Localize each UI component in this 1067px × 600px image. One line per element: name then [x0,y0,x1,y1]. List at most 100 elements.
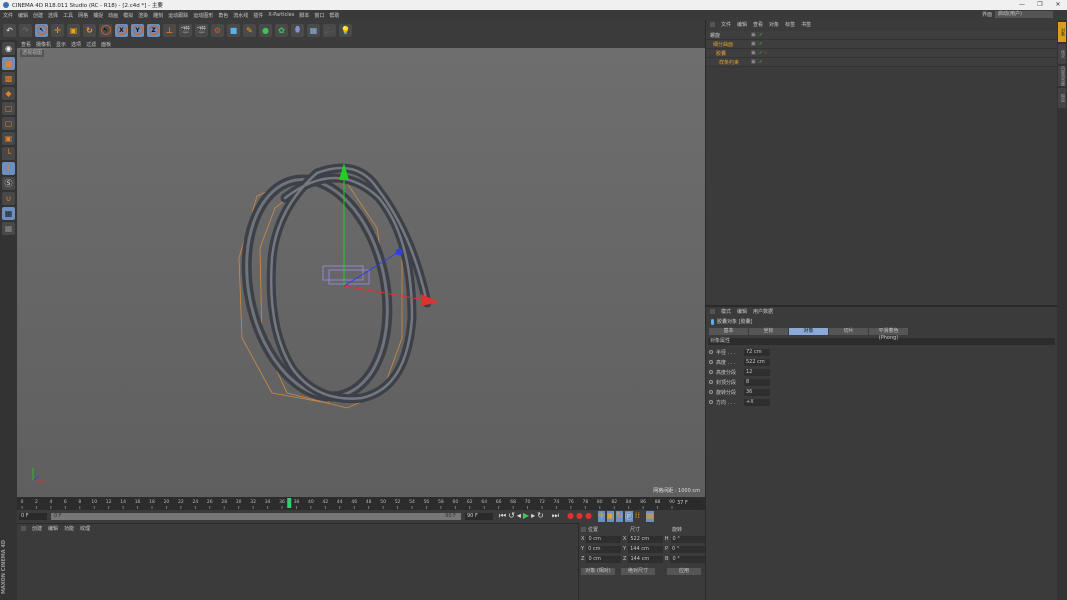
apply-button[interactable]: 应用 [667,567,701,575]
material-menu-item[interactable]: 编辑 [48,525,58,532]
timeline-layout-button[interactable]: ▤ [646,511,654,522]
coordinate-field[interactable]: 144 cm [628,545,664,553]
playhead[interactable] [287,498,292,508]
subdivision-button[interactable]: ● [259,23,272,37]
next-frame-button[interactable]: ▸ [531,511,535,522]
animate-dot-icon[interactable] [709,350,713,354]
scale-tool-button[interactable]: ▣ [67,23,80,37]
viewport-menu-item[interactable]: 摄像机 [36,41,51,48]
coordinate-system-button[interactable]: ⊥ [163,23,176,37]
menu-item[interactable]: 选择 [48,12,58,19]
key-scale-button[interactable]: ▣ [606,511,615,522]
object-menu-item[interactable]: 书签 [801,21,811,28]
keyframe-selection-button[interactable]: ● [585,511,592,522]
menu-item[interactable]: 插件 [253,12,263,19]
enabled-check-icon[interactable]: ✓ [759,59,763,65]
camera-button[interactable]: 🎥 [323,23,336,37]
coordinate-field[interactable]: 0 cm [586,545,622,553]
animate-dot-icon[interactable] [709,400,713,404]
enabled-check-icon[interactable]: ✓ [759,41,763,47]
object-menu-item[interactable]: 编辑 [737,21,747,28]
menu-item[interactable]: 雕刻 [153,12,163,19]
render-picture-viewer-button[interactable]: 🎬 [195,23,208,37]
coordinate-field[interactable]: 144 cm [628,555,663,563]
render-settings-button[interactable]: ⚙ [211,23,224,37]
autokey-button[interactable]: ● [576,511,583,522]
menu-item[interactable]: 编辑 [18,12,28,19]
rotate-tool-button[interactable]: ↻ [83,23,96,37]
property-value-field[interactable]: 12 [744,368,770,376]
menu-item[interactable]: 窗口 [314,12,324,19]
select-tool-button[interactable]: ↖ [35,23,48,37]
polygons-mode-button[interactable]: ▣ [2,132,15,145]
object-row[interactable]: 螺旋 ▣ ⁚ ✓ [706,31,1057,40]
property-value-field[interactable]: +X [744,398,770,406]
grid-lock-button[interactable]: ▦ [2,222,15,235]
pen-spline-button[interactable]: ✎ [243,23,256,37]
menu-item[interactable]: 运动图形 [193,12,213,19]
coordinate-field[interactable]: 0 ° [670,555,705,563]
x-axis-lock-button[interactable]: X [115,23,128,37]
snap-magnet-button[interactable]: ∪ [2,192,15,205]
workplane-button[interactable]: ◆ [2,87,15,100]
key-pla-button[interactable]: ⁞⁞ [635,511,640,522]
deformer-button[interactable]: ⬮ [291,23,304,37]
animate-dot-icon[interactable] [709,360,713,364]
maximize-button[interactable]: ❐ [1031,0,1049,10]
attribute-menu-item[interactable]: 模式 [721,308,731,315]
attribute-menu-item[interactable]: 编辑 [737,308,747,315]
object-row[interactable]: 细分曲面 ▣ ⁚ ✓ [706,40,1057,49]
light-button[interactable]: 💡 [339,23,352,37]
menu-item[interactable]: 网格 [78,12,88,19]
layout-dropdown[interactable]: 启动(用户) [995,11,1053,18]
menu-item[interactable]: 捕捉 [93,12,103,19]
property-value-field[interactable]: 8 [744,378,770,386]
points-mode-button[interactable]: ▢ [2,102,15,115]
current-frame-field[interactable]: 0 F [19,513,47,520]
object-menu-item[interactable]: 文件 [721,21,731,28]
key-position-button[interactable]: ✛ [597,511,605,522]
coordinate-field[interactable]: 0 cm [586,535,621,543]
viewport-menu-item[interactable]: 显示 [56,41,66,48]
visibility-toggle[interactable]: ▣ ⁚ [751,59,759,65]
tag-icon[interactable]: ⁘ [763,50,767,56]
close-button[interactable]: ✕ [1049,0,1067,10]
axis-mode-button[interactable]: └ [2,147,15,160]
viewport-menu-item[interactable]: 选项 [71,41,81,48]
coordinate-field[interactable]: 522 cm [628,535,663,543]
material-menu-item[interactable]: 创建 [32,525,42,532]
object-row[interactable]: 胶囊 ▣ ⁚ ✓ ⁘ [706,49,1057,58]
viewport-3d[interactable]: 透视视图 网格间距 : 1000 cm [17,48,705,497]
menu-item[interactable]: 模拟 [123,12,133,19]
attribute-menu-item[interactable]: 用户数据 [753,308,773,315]
menu-item[interactable]: 动画 [108,12,118,19]
record-button[interactable]: ● [567,511,574,522]
live-select-button[interactable]: ↖ [99,23,112,37]
next-key-button[interactable]: ↻ [537,511,544,522]
goto-start-button[interactable]: ⏮ [499,511,506,522]
menu-item[interactable]: 工具 [63,12,73,19]
y-axis-lock-button[interactable]: Y [131,23,144,37]
layout-selector[interactable]: 界面 启动(用户) [982,11,1053,18]
visibility-toggle[interactable]: ▣ ⁚ [751,50,759,56]
object-menu-item[interactable]: 查看 [753,21,763,28]
model-mode-button[interactable]: ■ [2,57,15,70]
end-frame-field[interactable]: 90 F [465,513,493,520]
coordinate-field[interactable]: 0 ° [670,545,705,553]
key-param-button[interactable]: Ⓟ [624,511,633,522]
viewport-menu-item[interactable]: 过滤 [86,41,96,48]
visibility-toggle[interactable]: ▣ ⁚ [751,32,759,38]
viewport-menu-item[interactable]: 查看 [21,41,31,48]
menu-item[interactable]: 运动跟踪 [168,12,188,19]
visibility-toggle[interactable]: ▣ ⁚ [751,41,759,47]
right-panel-tab[interactable]: 对象 [1058,22,1066,42]
timeline-ruler[interactable]: 0 2 4 6 8 10 12 14 16 18 20 22 24 26 28 30 32 34 36 38 40 42 4… [17,497,705,510]
attribute-tab[interactable]: 基本 [709,328,748,335]
coordinate-field[interactable]: 0 ° [670,535,705,543]
scene-canvas[interactable] [17,48,705,497]
property-value-field[interactable]: 522 cm [744,358,770,366]
right-panel-tab[interactable]: 内容浏览器 [1058,66,1066,86]
render-view-button[interactable]: 🎬 [179,23,192,37]
prev-key-button[interactable]: ↺ [508,511,515,522]
menu-item[interactable]: 渲染 [138,12,148,19]
